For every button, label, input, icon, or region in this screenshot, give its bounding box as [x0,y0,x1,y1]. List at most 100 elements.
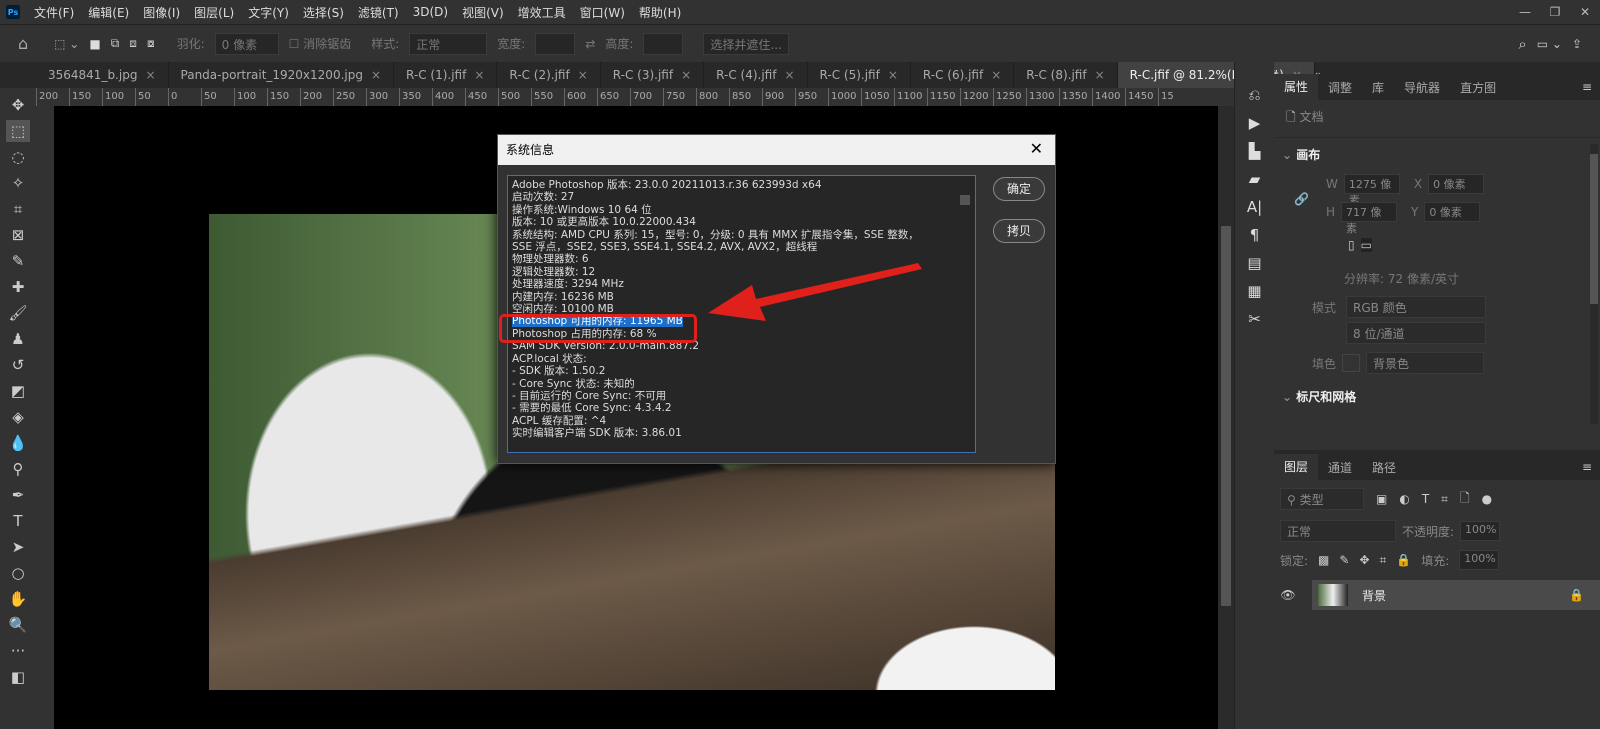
menu-filter[interactable]: 滤镜(T) [358,4,399,21]
canvas-y-input[interactable]: 0 像素 [1424,202,1481,222]
hand-tool-icon[interactable]: ✋ [6,588,30,610]
height-input[interactable] [643,32,684,55]
filter-toggle-icon[interactable]: ● [1482,492,1492,506]
plugins-icon[interactable]: ▙ [1249,142,1261,160]
dodge-tool-icon[interactable]: ⚲ [6,458,30,480]
tab-document[interactable]: R-C (8).jfif × [1014,62,1118,88]
menu-help[interactable]: 帮助(H) [639,4,681,21]
close-tab-icon[interactable]: × [991,68,1001,82]
blur-tool-icon[interactable]: 💧 [6,432,30,454]
actions-play-icon[interactable]: ▶ [1249,114,1261,132]
marquee-tool-icon[interactable]: ⬚ [6,120,30,142]
select-and-mask-button[interactable]: 选择并遮住... [703,32,789,55]
panel-menu-icon[interactable]: ≡ [1582,460,1600,474]
close-window-button[interactable]: ✕ [1570,5,1600,19]
eyedropper-tool-icon[interactable]: ✎ [6,250,30,272]
tab-document[interactable]: R-C (3).jfif × [601,62,705,88]
ok-button[interactable]: 确定 [993,177,1045,201]
layer-name[interactable]: 背景 [1362,587,1386,604]
panel-menu-icon[interactable]: ≡ [1582,80,1600,94]
swap-icon[interactable]: ⇄ [585,37,595,51]
opacity-input[interactable]: 100% [1460,521,1501,541]
magic-wand-tool-icon[interactable]: ✧ [6,172,30,194]
tab-document[interactable]: R-C (4).jfif × [704,62,808,88]
healing-brush-tool-icon[interactable]: ✚ [6,276,30,298]
shape-filter-icon[interactable]: ⌗ [1441,492,1448,507]
crop-tool-icon[interactable]: ⌗ [6,198,30,220]
search-icon[interactable]: ⌕ [1518,35,1526,53]
lock-pixels-icon[interactable]: ✎ [1339,553,1349,567]
more-tools-icon[interactable]: ··· [6,640,30,662]
close-tab-icon[interactable]: × [371,68,381,82]
tab-histogram[interactable]: 直方图 [1450,79,1506,96]
menu-image[interactable]: 图像(I) [143,4,180,21]
fill-select[interactable]: 背景色 [1366,352,1485,374]
glyphs-icon[interactable]: ▤ [1247,254,1261,272]
tab-layers[interactable]: 图层 [1274,454,1319,480]
smart-object-filter-icon[interactable]: 🗋 [1460,489,1470,510]
tab-document[interactable]: R-C (1).jfif × [394,62,498,88]
canvas-width-input[interactable]: 1275 像素 [1343,174,1400,207]
menu-plugins[interactable]: 增效工具 [518,4,566,21]
type-tool-icon[interactable]: T [6,510,30,532]
adjustment-filter-icon[interactable]: ◐ [1399,492,1409,506]
maximize-button[interactable]: ❐ [1540,5,1570,19]
fill-swatch[interactable] [1342,354,1361,372]
tab-document[interactable]: 3564841_b.jpg × [36,62,169,88]
menu-window[interactable]: 窗口(W) [580,4,625,21]
bit-depth-select[interactable]: 8 位/通道 [1346,322,1486,344]
tab-channels[interactable]: 通道 [1318,459,1362,476]
canvas-scrollbar[interactable] [1218,106,1234,729]
marquee-preset-icon[interactable]: ⬚ ⌄ [54,37,79,51]
feather-input[interactable]: 0 像素 [214,32,279,55]
tab-adjustments[interactable]: 调整 [1318,79,1362,96]
pixel-filter-icon[interactable]: ▣ [1376,492,1387,506]
notes-icon[interactable]: ▦ [1247,282,1261,300]
chevron-down-icon[interactable]: ⌄ [1282,390,1292,404]
subtract-selection-icon[interactable]: ⧈ [129,36,137,51]
menu-3d[interactable]: 3D(D) [413,5,448,19]
canvas-x-input[interactable]: 0 像素 [1428,174,1485,194]
home-icon[interactable]: ⌂ [18,34,28,53]
menu-edit[interactable]: 编辑(E) [88,4,129,21]
blend-mode-select[interactable]: 正常 [1280,520,1396,542]
layer-row[interactable]: 👁 背景 🔒 [1274,580,1600,610]
menu-select[interactable]: 选择(S) [303,4,344,21]
chevron-down-icon[interactable]: ⌄ [1282,148,1292,162]
copy-button[interactable]: 拷贝 [993,219,1045,243]
paragraph-icon[interactable]: ¶ [1250,226,1260,244]
zoom-tool-icon[interactable]: 🔍 [6,614,30,636]
style-select[interactable]: 正常 [409,32,488,55]
lock-artboard-icon[interactable]: ⌗ [1380,553,1387,568]
lasso-tool-icon[interactable]: ◌ [6,146,30,168]
tab-properties[interactable]: 属性 [1274,74,1319,100]
close-icon[interactable]: ✕ [1030,139,1043,158]
info-scrollbar[interactable] [960,195,970,205]
color-swatches-icon[interactable]: ◧ [6,666,30,688]
tab-navigator[interactable]: 导航器 [1394,79,1450,96]
width-input[interactable] [535,32,576,55]
menu-file[interactable]: 文件(F) [34,4,74,21]
link-icon[interactable]: 🔗 [1294,192,1309,206]
frame-tool-icon[interactable]: ⊠ [6,224,30,246]
workspace-icon[interactable]: ▭ ⌄ [1537,37,1562,51]
close-tab-icon[interactable]: × [578,68,588,82]
menu-layer[interactable]: 图层(L) [194,4,234,21]
menu-type[interactable]: 文字(Y) [248,4,289,21]
close-tab-icon[interactable]: × [145,68,155,82]
share-icon[interactable]: ⇪ [1572,37,1582,51]
add-selection-icon[interactable]: ⧉ [111,36,120,51]
history-brush-tool-icon[interactable]: ↺ [6,354,30,376]
character-icon[interactable]: A| [1247,198,1262,216]
shape-tool-icon[interactable]: ○ [6,562,30,584]
tab-document[interactable]: R-C (2).jfif × [497,62,601,88]
new-selection-icon[interactable]: ■ [89,37,100,51]
antialias-checkbox[interactable]: ☐ 消除锯齿 [289,35,352,52]
close-tab-icon[interactable]: × [474,68,484,82]
menu-view[interactable]: 视图(V) [462,4,504,21]
paint-bucket-tool-icon[interactable]: ◈ [6,406,30,428]
tab-libraries[interactable]: 库 [1362,79,1394,96]
tab-paths[interactable]: 路径 [1362,459,1406,476]
close-tab-icon[interactable]: × [888,68,898,82]
tools-preset-icon[interactable]: ✂ [1248,310,1261,328]
